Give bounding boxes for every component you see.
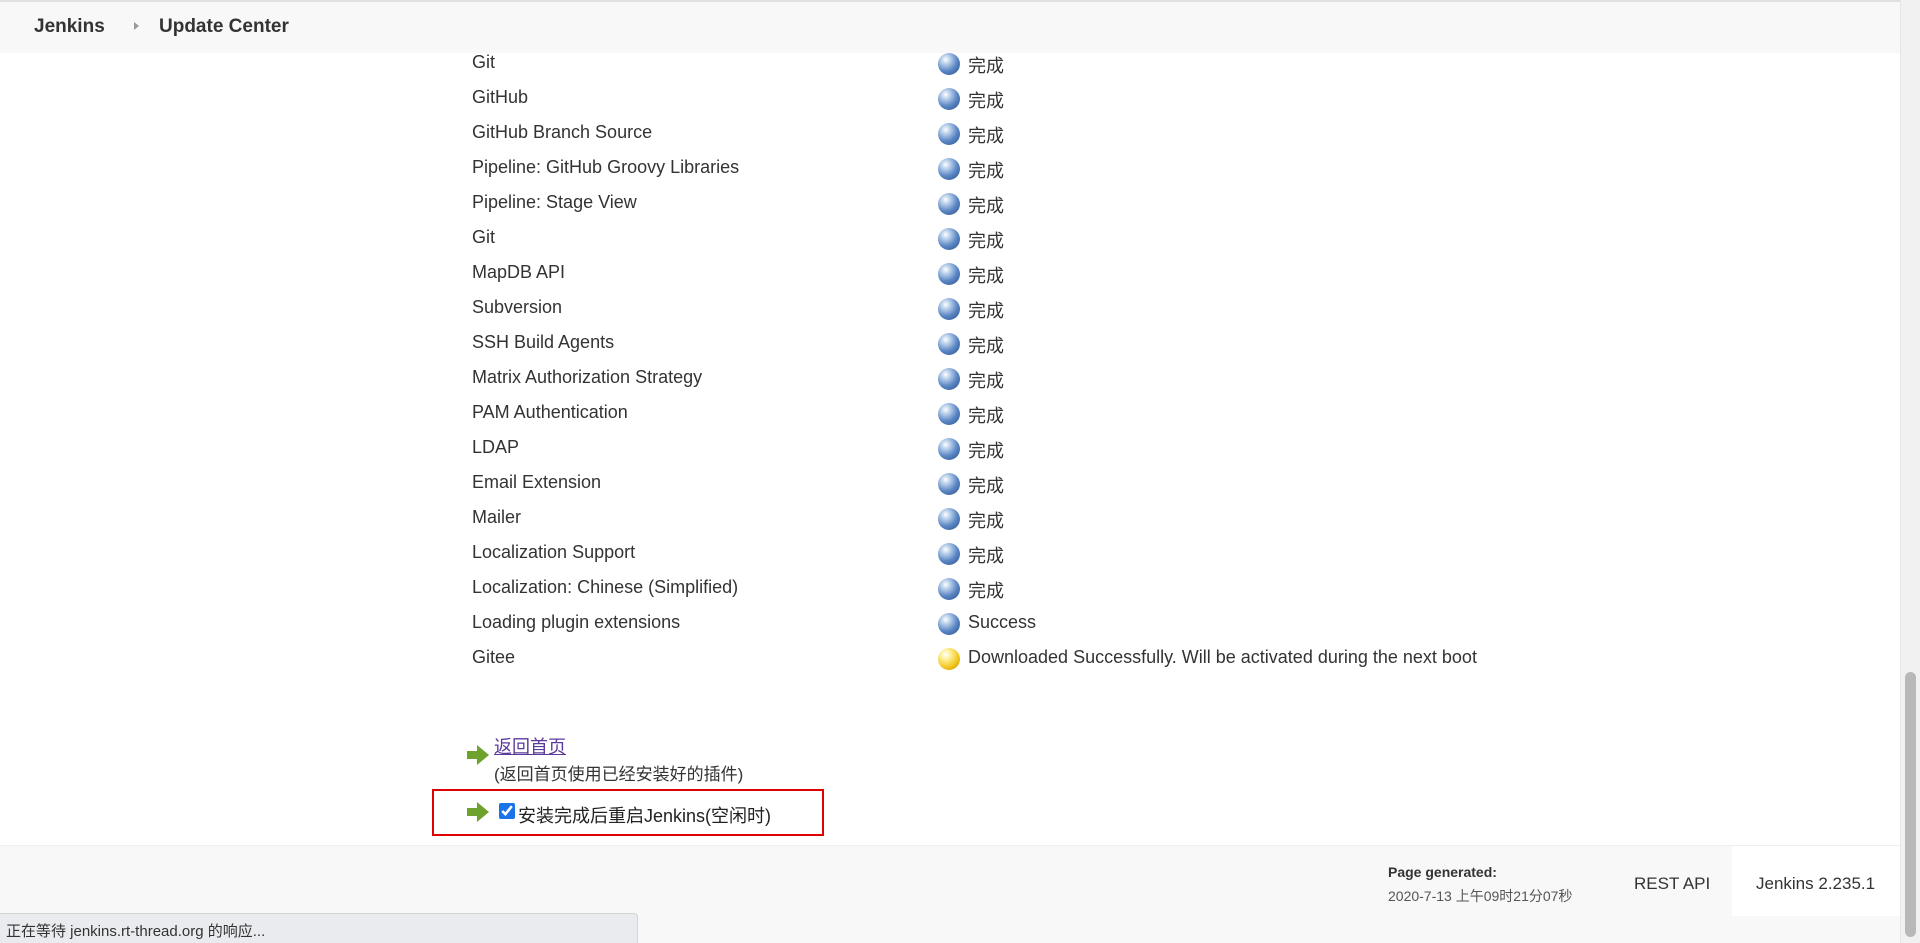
restart-after-install-label[interactable]: 安装完成后重启Jenkins(空闲时) — [518, 802, 771, 828]
plugin-status: 完成 — [968, 371, 1004, 391]
plugin-status: 完成 — [968, 301, 1004, 321]
version-box: Jenkins 2.235.1 — [1732, 846, 1900, 916]
rest-api-link[interactable]: REST API — [1634, 874, 1710, 894]
plugin-row: Matrix Authorization Strategy 完成 — [472, 363, 1572, 393]
vertical-scrollbar[interactable] — [1900, 0, 1920, 943]
plugin-name: Mailer — [472, 507, 522, 527]
plugin-name: Loading plugin extensions — [472, 612, 681, 632]
plugin-name: Subversion — [472, 297, 563, 317]
browser-status-bar: 正在等待 jenkins.rt-thread.org 的响应... — [0, 913, 638, 943]
breadcrumb-bar: Jenkins Update Center — [0, 0, 1900, 53]
plugin-name: Email Extension — [472, 472, 602, 492]
plugin-row: Git 完成 — [472, 48, 1572, 78]
plugin-status: 完成 — [968, 91, 1004, 111]
blue-ball-icon — [938, 543, 960, 565]
plugin-row: Git 完成 — [472, 223, 1572, 253]
plugin-status: 完成 — [968, 406, 1004, 426]
plugin-name: GitHub Branch Source — [472, 122, 653, 142]
status-text: 正在等待 jenkins.rt-thread.org 的响应... — [6, 923, 266, 940]
blue-ball-icon — [938, 123, 960, 145]
blue-ball-icon — [938, 298, 960, 320]
blue-ball-icon — [938, 473, 960, 495]
plugin-status: 完成 — [968, 511, 1004, 531]
plugin-status: 完成 — [968, 441, 1004, 461]
blue-ball-icon — [938, 228, 960, 250]
plugin-status: 完成 — [968, 476, 1004, 496]
blue-ball-icon — [938, 193, 960, 215]
plugin-status: 完成 — [968, 56, 1004, 76]
scrollbar-thumb[interactable] — [1905, 672, 1916, 937]
plugin-status: 完成 — [968, 336, 1004, 356]
plugin-status: 完成 — [968, 546, 1004, 566]
plugin-name: Localization: Chinese (Simplified) — [472, 577, 739, 597]
plugin-row: SSH Build Agents 完成 — [472, 328, 1572, 358]
plugin-row: GitHub Branch Source 完成 — [472, 118, 1572, 148]
plugin-name: SSH Build Agents — [472, 332, 615, 352]
back-to-home-link[interactable]: 返回首页 — [494, 733, 566, 759]
restart-after-install-checkbox[interactable] — [499, 803, 515, 819]
blue-ball-icon — [938, 53, 960, 75]
plugin-row: Localization Support 完成 — [472, 538, 1572, 568]
plugin-row: GitHub 完成 — [472, 83, 1572, 113]
plugin-status: 完成 — [968, 231, 1004, 251]
plugin-name: GitHub — [472, 87, 529, 107]
plugin-status: 完成 — [968, 161, 1004, 181]
page-generated-label: Page generated: — [1388, 864, 1497, 880]
plugin-name: PAM Authentication — [472, 402, 628, 422]
plugin-status: 完成 — [968, 266, 1004, 286]
blue-ball-icon — [938, 613, 960, 635]
breadcrumb-jenkins-link[interactable]: Jenkins — [34, 16, 105, 38]
plugin-row: PAM Authentication 完成 — [472, 398, 1572, 428]
plugin-row: MapDB API 完成 — [472, 258, 1572, 288]
plugin-row: Subversion 完成 — [472, 293, 1572, 323]
plugin-row: Pipeline: Stage View 完成 — [472, 188, 1572, 218]
plugin-row: Email Extension 完成 — [472, 468, 1572, 498]
back-to-home-description: (返回首页使用已经安装好的插件) — [494, 765, 744, 784]
green-arrow-icon — [467, 802, 489, 822]
plugin-row: Pipeline: GitHub Groovy Libraries 完成 — [472, 153, 1572, 183]
blue-ball-icon — [938, 508, 960, 530]
green-arrow-icon — [467, 745, 489, 765]
jenkins-version-link[interactable]: Jenkins 2.235.1 — [1756, 874, 1875, 894]
blue-ball-icon — [938, 333, 960, 355]
plugin-status: 完成 — [968, 126, 1004, 146]
plugin-name: Matrix Authorization Strategy — [472, 367, 703, 387]
plugin-name: Git — [472, 227, 496, 247]
breadcrumb-separator-icon[interactable] — [134, 22, 139, 30]
plugin-name: Gitee — [472, 647, 516, 667]
plugin-name: Git — [472, 52, 496, 72]
plugin-row: Loading plugin extensions Success — [472, 608, 1572, 638]
plugin-name: Pipeline: GitHub Groovy Libraries — [472, 157, 740, 177]
plugin-name: Pipeline: Stage View — [472, 192, 637, 212]
plugin-row: Mailer 完成 — [472, 503, 1572, 533]
blue-ball-icon — [938, 438, 960, 460]
plugin-row: Gitee Downloaded Successfully. Will be ac… — [472, 643, 1572, 673]
page-generated-timestamp: 2020-7-13 上午09时21分07秒 — [1388, 888, 1573, 904]
plugin-name: Localization Support — [472, 542, 636, 562]
yellow-ball-icon — [938, 648, 960, 670]
breadcrumb-update-center-link[interactable]: Update Center — [159, 16, 289, 38]
blue-ball-icon — [938, 368, 960, 390]
plugin-name: MapDB API — [472, 262, 566, 282]
blue-ball-icon — [938, 88, 960, 110]
blue-ball-icon — [938, 578, 960, 600]
plugin-status: 完成 — [968, 581, 1004, 601]
plugin-status: Success — [968, 612, 1037, 632]
plugin-status: 完成 — [968, 196, 1004, 216]
plugin-name: LDAP — [472, 437, 520, 457]
blue-ball-icon — [938, 263, 960, 285]
blue-ball-icon — [938, 158, 960, 180]
plugin-status: Downloaded Successfully. Will be activat… — [968, 647, 1477, 667]
plugin-row: Localization: Chinese (Simplified) 完成 — [472, 573, 1572, 603]
plugin-row: LDAP 完成 — [472, 433, 1572, 463]
blue-ball-icon — [938, 403, 960, 425]
